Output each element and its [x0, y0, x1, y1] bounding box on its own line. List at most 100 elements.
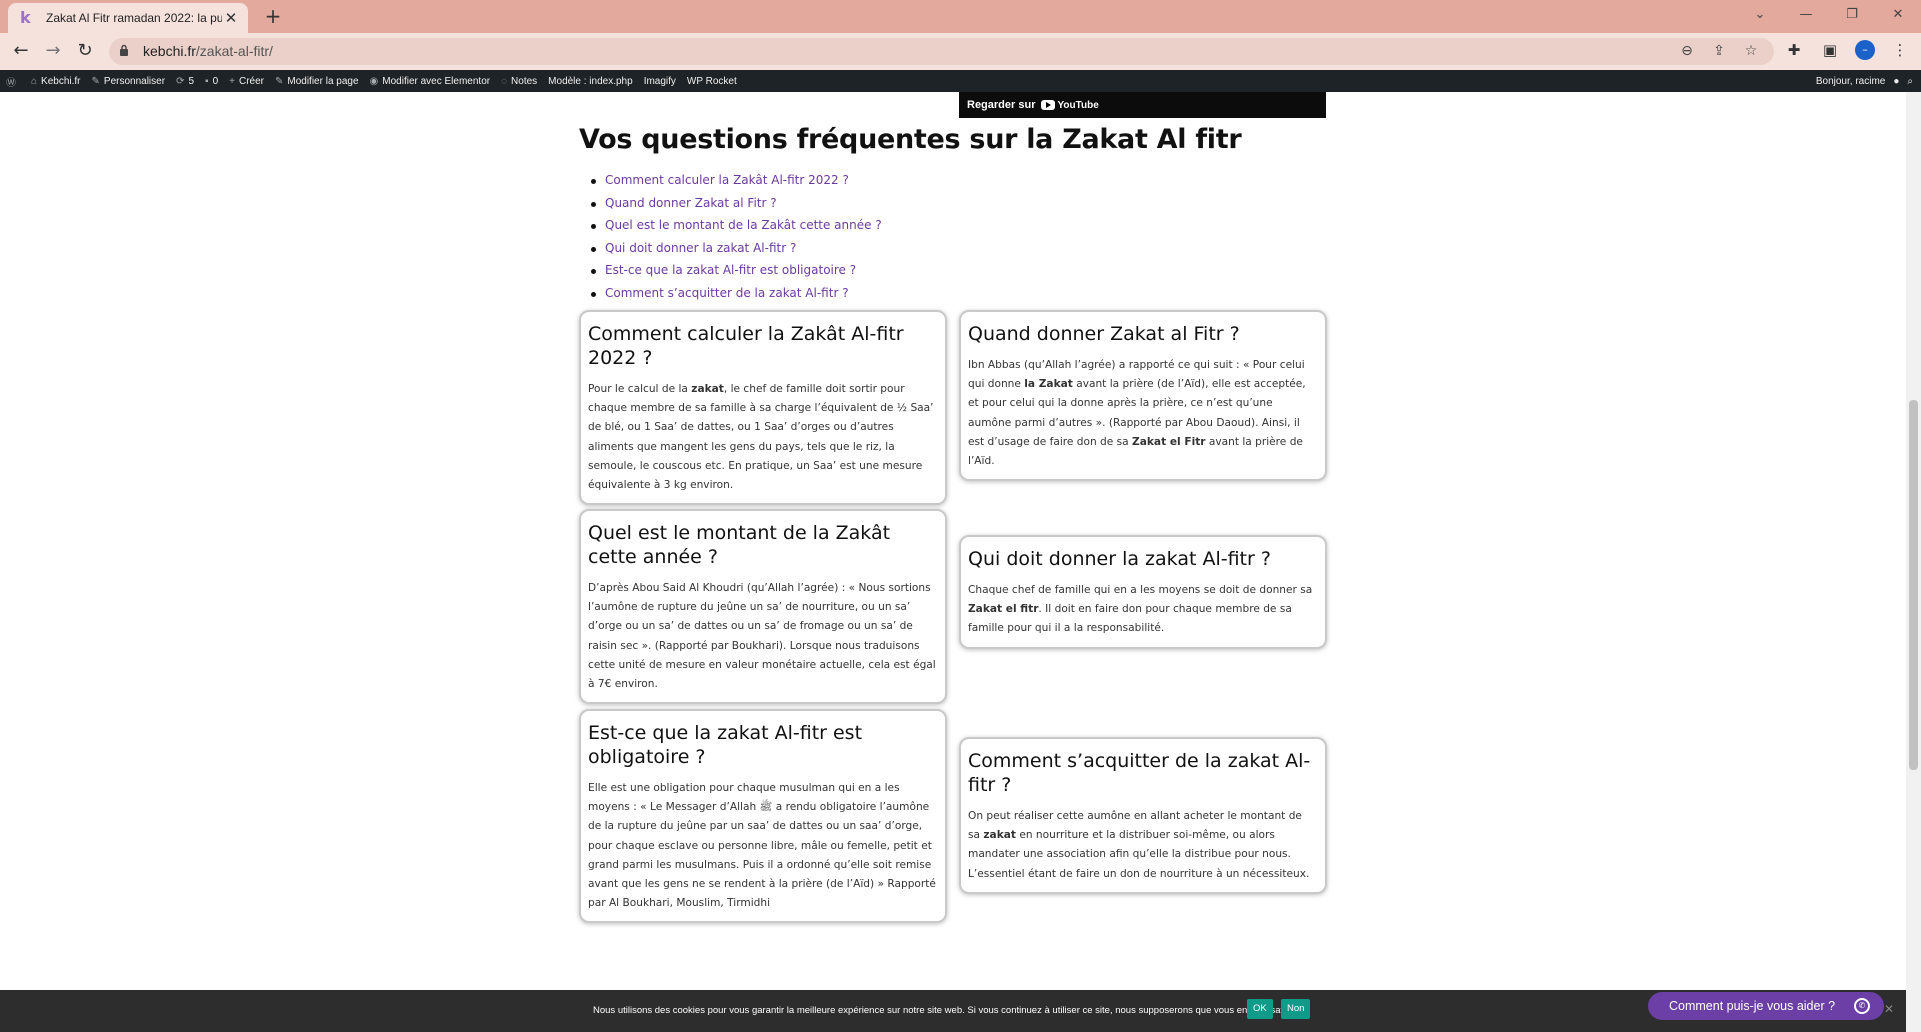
faq-card-body: Chaque chef de famille qui en a les moye…	[968, 581, 1316, 639]
home-icon: ⌂	[31, 75, 38, 87]
faq-card: Est-ce que la zakat Al-fitr est obligato…	[579, 709, 947, 924]
faq-card-title: Quand donner Zakat al Fitr ?	[968, 323, 1240, 345]
back-arrow-icon[interactable]: ←	[8, 38, 34, 64]
adminbar-item-10[interactable]: Imagify	[644, 76, 676, 87]
whatsapp-help-button[interactable]: Comment puis-je vous aider ? ✆	[1648, 992, 1884, 1020]
bold-keyword: zakat	[983, 829, 1016, 842]
faq-card-body: D’après Abou Said Al Khoudri (qu’Allah l…	[588, 579, 936, 694]
toc-link[interactable]: Est-ce que la zakat Al-fitr est obligato…	[591, 263, 882, 286]
page-scrollbar[interactable]	[1906, 92, 1921, 1032]
update-icon: ⟳	[176, 75, 185, 87]
adminbar-item-5[interactable]: + Créer	[229, 76, 264, 87]
edit-icon: ✎	[274, 75, 284, 87]
toc-link[interactable]: Comment calculer la Zakât Al-fitr 2022 ?	[591, 173, 882, 196]
body-text: Chaque chef de famille qui en a les moye…	[968, 584, 1313, 596]
zoom-icon[interactable]: ⊖	[1678, 42, 1696, 60]
adminbar-item-label: 5	[188, 75, 195, 87]
bold-keyword: la Zakat	[1024, 378, 1073, 391]
comment-icon: ▪	[205, 75, 209, 87]
faq-card-body: On peut réaliser cette aumône en allant …	[968, 807, 1316, 884]
adminbar-item-8[interactable]: ◌ Notes	[501, 76, 537, 87]
side-panel-icon[interactable]: ▣	[1819, 38, 1841, 62]
adminbar-item-label: Notes	[511, 75, 538, 87]
faq-card: Qui doit donner la zakat Al-fitr ? Chaque…	[959, 535, 1327, 649]
faq-card-body: Ibn Abbas (qu’Allah l’agrée) a rapporté …	[968, 356, 1316, 471]
minimize-button[interactable]: —	[1783, 0, 1829, 30]
adminbar-item-11[interactable]: WP Rocket	[687, 76, 737, 87]
new-tab-button[interactable]: +	[261, 5, 285, 29]
site-favicon-icon: k	[20, 8, 31, 27]
adminbar-item-4[interactable]: ▪ 0	[205, 76, 218, 87]
body-text: Pour le calcul de la	[588, 383, 692, 395]
toc-link[interactable]: Quand donner Zakat al Fitr ?	[591, 196, 882, 219]
faq-heading: Vos questions fréquentes sur la Zakat Al…	[579, 124, 1242, 155]
tab-title: Zakat Al Fitr ramadan 2022: la pu	[46, 11, 222, 25]
extensions-puzzle-icon[interactable]: ✚	[1783, 38, 1805, 62]
body-text: en nourriture et la distribuer soi-même,…	[968, 829, 1310, 880]
bookmark-star-icon[interactable]: ☆	[1742, 42, 1760, 60]
url-text[interactable]: kebchi.fr/zakat-al-fitr/	[143, 43, 273, 59]
share-icon[interactable]: ⇪	[1710, 42, 1728, 60]
plus-icon: +	[229, 75, 235, 87]
wordpress-icon: Ⓦ	[6, 77, 16, 89]
profile-avatar[interactable]: –	[1855, 40, 1875, 60]
adminbar-item-3[interactable]: ⟳ 5	[176, 76, 194, 87]
scrollbar-thumb[interactable]	[1909, 400, 1918, 770]
user-avatar-icon: ●	[1893, 75, 1900, 87]
browser-tab-bar: k Zakat Al Fitr ramadan 2022: la pu ✕ + …	[0, 0, 1921, 33]
adminbar-item-label: Modifier la page	[287, 75, 359, 87]
cookie-consent-bar: Nous utilisons des cookies pour vous gar…	[0, 990, 1906, 1032]
faq-card: Quand donner Zakat al Fitr ? Ibn Abbas (q…	[959, 310, 1327, 482]
faq-card-title: Comment calculer la Zakât Al-fitr 2022 ?	[588, 323, 904, 369]
toc-link[interactable]: Qui doit donner la zakat Al-fitr ?	[591, 241, 882, 264]
adminbar-item-label: Créer	[238, 75, 264, 87]
address-bar[interactable]: kebchi.fr/zakat-al-fitr/ ⊖ ⇪ ☆	[109, 38, 1774, 65]
adminbar-item-6[interactable]: ✎ Modifier la page	[275, 76, 359, 87]
omnibox-actions: ⊖ ⇪ ☆	[1678, 42, 1760, 60]
adminbar-item-9[interactable]: Modèle : index.php	[548, 76, 633, 87]
body-text: D’après Abou Said Al Khoudri (qu’Allah l…	[588, 582, 936, 691]
whatsapp-icon: ✆	[1854, 998, 1870, 1014]
faq-card-body: Elle est une obligation pour chaque musu…	[588, 779, 936, 913]
youtube-play-icon	[1041, 100, 1056, 110]
help-close-icon[interactable]: ✕	[1884, 1002, 1894, 1016]
adminbar-account[interactable]: Bonjour, racime ● ⌕	[1816, 70, 1913, 92]
tab-close-icon[interactable]: ✕	[222, 9, 240, 27]
adminbar-item-label: 0	[212, 75, 219, 87]
youtube-logo[interactable]: YouTube	[1041, 100, 1099, 111]
adminbar-item-0[interactable]: Ⓦ	[6, 74, 20, 89]
lock-icon	[120, 44, 128, 56]
tab-search-icon[interactable]: ⌄	[1737, 0, 1783, 30]
toc-link[interactable]: Comment s’acquitter de la zakat Al-fitr …	[591, 286, 882, 309]
bold-keyword: Zakat el fitr	[968, 603, 1039, 616]
cookie-ok-button[interactable]: OK	[1247, 999, 1273, 1019]
brush-icon: ✎	[91, 75, 100, 87]
adminbar-item-label: Kebchi.fr	[41, 75, 81, 87]
page-content: Regarder sur YouTube Vos questions fréqu…	[0, 92, 1906, 1032]
body-text: Elle est une obligation pour chaque musu…	[588, 782, 936, 910]
forward-arrow-icon[interactable]: →	[40, 38, 66, 64]
adminbar-item-label: Personnaliser	[103, 75, 166, 87]
adminbar-item-label: WP Rocket	[686, 75, 737, 87]
cookie-message: Nous utilisons des cookies pour vous gar…	[593, 1005, 1306, 1016]
url-path: /zakat-al-fitr/	[195, 43, 273, 59]
menu-kebab-icon[interactable]: ⋮	[1889, 38, 1911, 62]
adminbar-item-label: Modifier avec Elementor	[382, 75, 491, 87]
close-window-button[interactable]: ✕	[1875, 0, 1921, 30]
search-icon[interactable]: ⌕	[1907, 76, 1913, 87]
bold-keyword: zakat	[691, 383, 724, 395]
toc-link[interactable]: Quel est le montant de la Zakât cette an…	[591, 218, 882, 241]
watch-on-label: Regarder sur	[967, 99, 1036, 111]
browser-tab-active[interactable]: k Zakat Al Fitr ramadan 2022: la pu ✕	[8, 3, 248, 33]
faq-card: Quel est le montant de la Zakât cette an…	[579, 509, 947, 705]
youtube-embed-bottom[interactable]: Regarder sur YouTube	[959, 92, 1326, 118]
restore-button[interactable]: ❐	[1829, 0, 1875, 30]
adminbar-item-7[interactable]: ◉ Modifier avec Elementor	[370, 76, 491, 87]
adminbar-item-1[interactable]: ⌂ Kebchi.fr	[31, 76, 81, 87]
reload-icon[interactable]: ↻	[72, 38, 98, 64]
elementor-icon: ◉	[369, 75, 379, 87]
cookie-no-button[interactable]: Non	[1281, 999, 1311, 1019]
help-label: Comment puis-je vous aider ?	[1669, 999, 1836, 1013]
faq-card-title: Quel est le montant de la Zakât cette an…	[588, 522, 891, 568]
adminbar-item-2[interactable]: ✎ Personnaliser	[92, 76, 166, 87]
